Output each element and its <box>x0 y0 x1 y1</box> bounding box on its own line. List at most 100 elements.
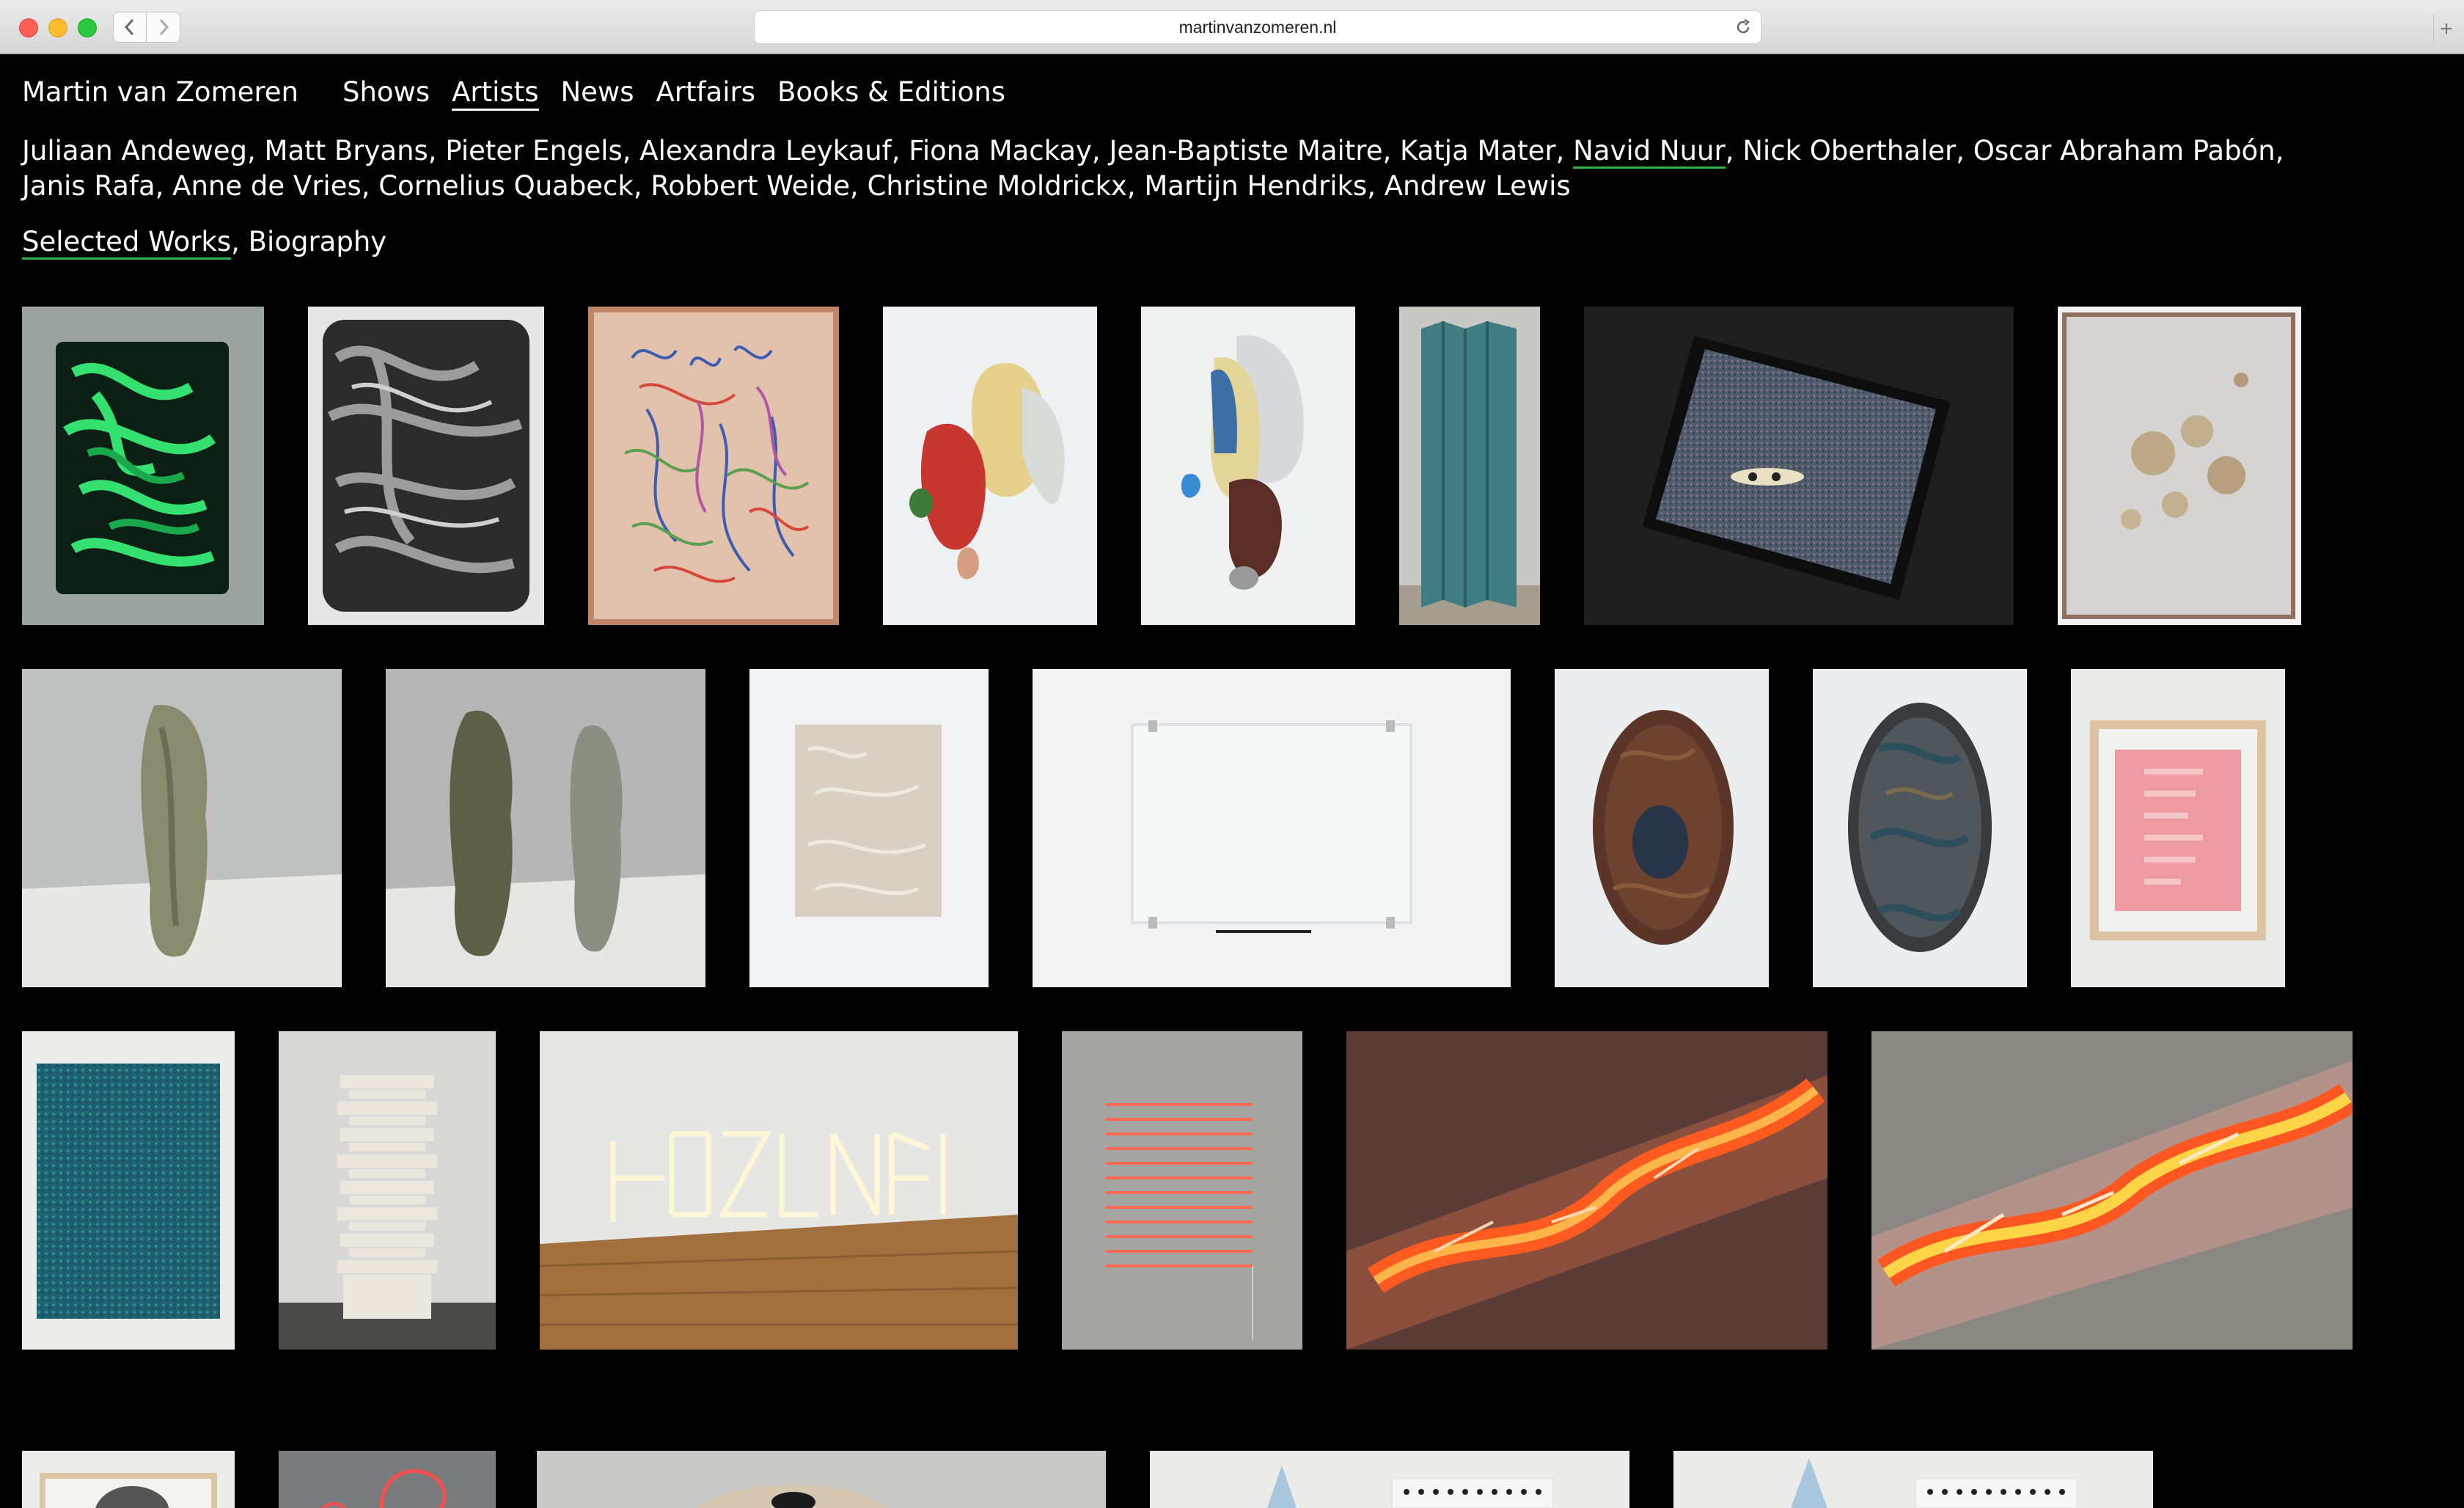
artwork-image <box>1813 669 2027 987</box>
artist-separator: , <box>1555 135 1574 166</box>
artwork-thumbnail[interactable] <box>1871 1031 2353 1350</box>
nav-books-editions-link[interactable]: Books & Editions <box>777 76 1005 111</box>
artwork-thumbnail[interactable] <box>1813 669 2027 987</box>
artwork-thumbnail[interactable] <box>1346 1031 1827 1350</box>
artwork-image <box>1399 307 1540 625</box>
artist-separator: , <box>622 135 640 166</box>
artwork-thumbnail[interactable] <box>1584 307 2014 625</box>
artwork-thumbnail[interactable] <box>537 1451 1106 1508</box>
main-nav: Martin van Zomeren Shows Artists News Ar… <box>22 76 1027 111</box>
artist-link[interactable]: Fiona Mackay <box>909 135 1092 166</box>
artist-separator: , <box>428 135 446 166</box>
artwork-image <box>588 307 839 625</box>
artwork-image <box>279 1031 496 1350</box>
artist-link[interactable]: Janis Rafa <box>22 170 155 202</box>
artwork-thumbnail[interactable] <box>540 1031 1018 1350</box>
artwork-thumbnail[interactable] <box>588 307 839 625</box>
artwork-thumbnail[interactable] <box>22 307 264 625</box>
artist-link[interactable]: Robbert Weide <box>650 170 850 202</box>
artwork-thumbnail[interactable] <box>1399 307 1540 625</box>
artwork-thumbnail[interactable] <box>1150 1451 1629 1508</box>
artist-link[interactable]: Andrew Lewis <box>1385 170 1571 202</box>
artist-subnav: Selected Works, Biography <box>22 226 387 260</box>
plus-icon: + <box>2440 17 2453 41</box>
artwork-image <box>1673 1451 2153 1508</box>
artwork-thumbnail[interactable] <box>1141 307 1355 625</box>
artwork-image <box>22 307 264 625</box>
artwork-thumbnail[interactable] <box>2058 307 2301 625</box>
artwork-image <box>2071 669 2285 987</box>
subnav-link[interactable]: Selected Works <box>22 226 232 260</box>
artist-separator: , <box>1956 135 1973 166</box>
artwork-thumbnail[interactable] <box>2071 669 2285 987</box>
artwork-thumbnail[interactable] <box>279 1031 496 1350</box>
artist-separator: , <box>1126 170 1145 202</box>
page-content: Martin van Zomeren Shows Artists News Ar… <box>0 54 2464 1508</box>
artist-link[interactable]: Pieter Engels <box>445 135 622 166</box>
artwork-thumbnail[interactable] <box>308 307 544 625</box>
artist-separator: , <box>1091 135 1110 166</box>
zoom-window-button[interactable] <box>78 18 97 37</box>
artwork-image <box>1555 669 1769 987</box>
artwork-image <box>1871 1031 2353 1350</box>
artwork-thumbnail[interactable] <box>1062 1031 1302 1350</box>
artist-link[interactable]: Martijn Hendriks <box>1144 170 1367 202</box>
artwork-thumbnail[interactable] <box>1673 1451 2153 1508</box>
nav-news-link[interactable]: News <box>561 76 634 111</box>
forward-button[interactable] <box>147 12 180 43</box>
artist-link[interactable]: Nick Oberthaler <box>1742 135 1956 166</box>
artwork-thumbnail[interactable] <box>1555 669 1769 987</box>
artist-list: Juliaan Andeweg, Matt Bryans, Pieter Eng… <box>22 133 2332 204</box>
artwork-thumbnail[interactable] <box>386 669 705 987</box>
artwork-image <box>22 1031 235 1350</box>
artwork-image <box>1033 669 1511 987</box>
artist-link[interactable]: Christine Moldrickx <box>868 170 1127 202</box>
minimize-window-button[interactable] <box>48 18 67 37</box>
chevron-right-icon <box>159 18 169 36</box>
artist-separator: , <box>1725 135 1743 166</box>
artwork-image <box>883 307 1097 625</box>
artwork-thumbnail[interactable] <box>749 669 989 987</box>
artist-separator: , <box>155 170 173 202</box>
artist-link[interactable]: Matt Bryans <box>265 135 428 166</box>
artist-separator: , <box>1382 135 1401 166</box>
artwork-image <box>1141 307 1355 625</box>
artwork-thumbnail[interactable] <box>1033 669 1511 987</box>
reload-icon[interactable] <box>1734 18 1752 36</box>
artwork-image <box>749 669 989 987</box>
artist-link[interactable]: Katja Mater <box>1400 135 1556 166</box>
site-brand-link[interactable]: Martin van Zomeren <box>22 76 298 111</box>
artist-link[interactable]: Oscar Abraham Pabón <box>1973 135 2276 166</box>
artist-separator: , <box>361 170 379 202</box>
artist-separator: , <box>1367 170 1385 202</box>
subnav-link[interactable]: Biography <box>249 226 387 257</box>
artwork-image <box>279 1451 496 1508</box>
artwork-thumbnail[interactable] <box>22 669 342 987</box>
back-button[interactable] <box>113 12 147 43</box>
nav-artfairs-link[interactable]: Artfairs <box>656 76 755 111</box>
close-window-button[interactable] <box>19 18 38 37</box>
artist-link[interactable]: Alexandra Leykauf <box>639 135 891 166</box>
artist-link[interactable]: Anne de Vries <box>172 170 362 202</box>
artwork-thumbnail[interactable] <box>883 307 1097 625</box>
artwork-image <box>308 307 544 625</box>
artwork-thumbnail[interactable] <box>22 1031 235 1350</box>
artist-link[interactable]: Juliaan Andeweg <box>22 135 247 166</box>
artwork-image <box>386 669 705 987</box>
artist-link[interactable]: Cornelius Quabeck <box>378 170 634 202</box>
address-bar[interactable]: martinvanzomeren.nl <box>754 10 1761 44</box>
artwork-image <box>22 669 342 987</box>
artwork-image <box>2058 307 2301 625</box>
artwork-image <box>540 1031 1018 1350</box>
nav-shows-link[interactable]: Shows <box>342 76 430 111</box>
artist-separator: , <box>633 170 651 202</box>
artist-link[interactable]: Navid Nuur <box>1573 135 1726 169</box>
artist-link[interactable]: Jean-Baptiste Maitre <box>1109 135 1382 166</box>
artist-separator: , <box>2275 135 2284 166</box>
artwork-thumbnail[interactable] <box>279 1451 496 1508</box>
new-tab-button[interactable]: + <box>2433 15 2459 44</box>
address-url: martinvanzomeren.nl <box>1178 17 1337 37</box>
artwork-image <box>537 1451 1106 1508</box>
artwork-thumbnail[interactable] <box>22 1451 235 1508</box>
nav-artists-link[interactable]: Artists <box>452 76 539 111</box>
